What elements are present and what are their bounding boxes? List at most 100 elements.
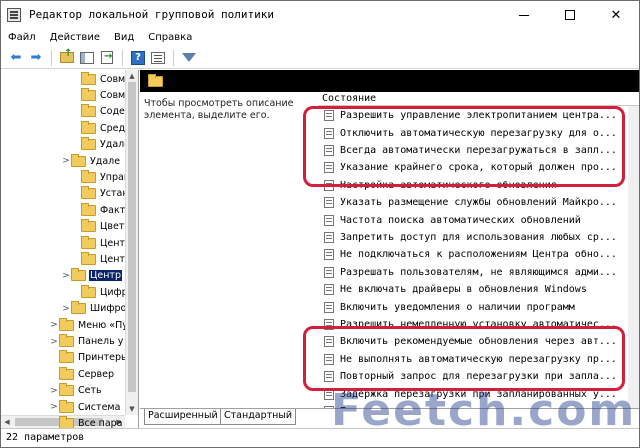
- policy-name: Не включать драйверы в обновления Window…: [340, 284, 587, 296]
- policy-setting-icon: [324, 301, 334, 313]
- expand-chevron-icon[interactable]: >: [61, 304, 71, 314]
- folder-icon: [81, 120, 96, 134]
- policy-row[interactable]: Указание крайнего срока, который должен …: [318, 159, 618, 176]
- tree-item[interactable]: Все пара: [1, 415, 125, 428]
- tree-item[interactable]: > Удале: [1, 153, 125, 169]
- tree-item-label: Устан: [100, 188, 125, 200]
- policy-name: Не подключаться к расположениям Центра о…: [340, 249, 617, 261]
- tree-item-label: Шифро: [90, 303, 125, 315]
- policy-row[interactable]: Разрешить немедленную установку автомати…: [318, 316, 618, 333]
- policy-row[interactable]: Не выполнять автоматическую перезагрузку…: [318, 351, 618, 368]
- folder-icon: [71, 153, 86, 167]
- policy-name: Всегда автоматически перезагружаться в з…: [340, 144, 617, 156]
- policy-row[interactable]: Включить рекомендуемые обновления через …: [318, 333, 618, 350]
- tree-item[interactable]: Среда: [1, 120, 125, 136]
- list-vertical-scrollbar[interactable]: [628, 106, 639, 408]
- maximize-button[interactable]: [547, 1, 593, 29]
- tree-item[interactable]: Удале: [1, 137, 125, 153]
- folder-icon: [59, 366, 74, 380]
- tab-standard[interactable]: Стандартный: [220, 409, 297, 425]
- toolbar-separator: [122, 49, 123, 66]
- close-button[interactable]: ✕: [593, 1, 639, 29]
- help-button[interactable]: ?: [129, 49, 147, 67]
- tree-item[interactable]: Совме: [1, 71, 125, 87]
- policy-row[interactable]: Отключить автоматическую перезагрузку дл…: [318, 124, 618, 141]
- policy-row[interactable]: Частота поиска автоматических обновлений: [318, 211, 618, 228]
- policy-setting-icon: [324, 371, 334, 383]
- tree-item[interactable]: Совме: [1, 87, 125, 103]
- folder-icon: [81, 104, 96, 118]
- app-icon: [7, 8, 21, 22]
- policy-row[interactable]: Всегда автоматически перезагружаться в з…: [318, 142, 618, 159]
- forward-button[interactable]: ➡: [27, 49, 45, 67]
- expand-chevron-icon[interactable]: >: [49, 320, 59, 330]
- tree-item[interactable]: > Центр: [1, 268, 125, 284]
- policy-row[interactable]: Настройка автоматического обновления: [318, 177, 618, 194]
- tree-item[interactable]: Цвето: [1, 219, 125, 235]
- policy-row[interactable]: Разрешить управление электропитанием цен…: [318, 107, 618, 124]
- back-button[interactable]: ⬅: [7, 49, 25, 67]
- tree-scroll-thumb[interactable]: [128, 82, 136, 392]
- policy-list[interactable]: Состояние Разрешить управление электропи…: [318, 92, 639, 408]
- policy-row[interactable]: Не включать драйверы в обновления Window…: [318, 281, 618, 298]
- tree-item[interactable]: Содер: [1, 104, 125, 120]
- tree-item[interactable]: > Сеть: [1, 383, 125, 399]
- policy-row[interactable]: Указать размещение службы обновлений Май…: [318, 194, 618, 211]
- tree-item-label: Управ: [100, 172, 125, 184]
- gpedit-window: Редактор локальной групповой политики ✕ …: [0, 0, 640, 448]
- title-bar[interactable]: Редактор локальной групповой политики ✕: [1, 1, 639, 29]
- menu-help[interactable]: Справка: [141, 32, 199, 43]
- details-header-bar: [318, 70, 639, 92]
- column-header-state[interactable]: Состояние: [318, 92, 639, 106]
- expand-chevron-icon[interactable]: >: [61, 156, 71, 166]
- policy-row[interactable]: Не подключаться к расположениям Центра о…: [318, 246, 618, 263]
- tree-vertical-scrollbar[interactable]: ▲ ▼: [125, 70, 138, 415]
- tree-item[interactable]: Сервер: [1, 366, 125, 382]
- policy-setting-icon: [324, 162, 334, 174]
- tree-item[interactable]: > Панель у: [1, 333, 125, 349]
- menu-file[interactable]: Файл: [1, 32, 43, 43]
- tree-item[interactable]: > Шифро: [1, 301, 125, 317]
- tree-item[interactable]: Управ: [1, 169, 125, 185]
- folder-icon: [81, 71, 96, 85]
- tree-item[interactable]: Центр: [1, 251, 125, 267]
- expand-chevron-icon[interactable]: >: [49, 402, 59, 412]
- tree-item[interactable]: Центр: [1, 235, 125, 251]
- policy-row[interactable]: Разрешать пользователям, не являющимся а…: [318, 264, 618, 281]
- properties-button[interactable]: [149, 49, 167, 67]
- policy-row[interactable]: Запретить доступ для использования любых…: [318, 229, 618, 246]
- policy-setting-icon: [324, 179, 334, 191]
- up-one-level-button[interactable]: [58, 48, 76, 67]
- tab-extended[interactable]: Расширенный: [144, 409, 222, 425]
- tree-item-label: Центр: [89, 270, 122, 282]
- maximize-icon: [565, 10, 575, 20]
- folder-icon: [81, 170, 96, 184]
- policy-name: Включить уведомления о наличии программ: [340, 301, 575, 313]
- filter-button[interactable]: [180, 49, 198, 67]
- policy-row[interactable]: Повторный запрос для перезагрузки при за…: [318, 368, 618, 385]
- minimize-button[interactable]: [501, 1, 547, 29]
- expand-chevron-icon[interactable]: >: [61, 271, 71, 281]
- tree-item[interactable]: > Система: [1, 399, 125, 415]
- expand-chevron-icon[interactable]: >: [49, 386, 59, 396]
- scroll-up-icon[interactable]: ▲: [126, 70, 138, 82]
- navigation-tree[interactable]: ▲ ▼ ◀ ▶ СовмеСовмеСодерСредаУдале>УдалеУ…: [1, 70, 139, 428]
- folder-icon: [81, 137, 96, 151]
- tree-item[interactable]: Принтеры: [1, 350, 125, 366]
- menu-action[interactable]: Действие: [43, 32, 107, 43]
- policy-row[interactable]: Включить уведомления о наличии программ: [318, 298, 618, 315]
- policy-name: Разрешить управление электропитанием цен…: [340, 110, 617, 122]
- tree-item[interactable]: Цифро: [1, 284, 125, 300]
- export-list-button[interactable]: [98, 49, 116, 67]
- policy-setting-icon: [324, 336, 334, 348]
- show-tree-icon: [80, 51, 94, 64]
- window-title: Редактор локальной групповой политики: [29, 8, 275, 21]
- show-hide-tree-button[interactable]: [78, 49, 96, 67]
- folder-icon: [81, 252, 96, 266]
- tree-item[interactable]: Устан: [1, 186, 125, 202]
- tree-item[interactable]: > Меню «Пу: [1, 317, 125, 333]
- expand-chevron-icon[interactable]: >: [49, 337, 59, 347]
- menu-view[interactable]: Вид: [107, 32, 141, 43]
- scroll-down-icon[interactable]: ▼: [126, 403, 138, 415]
- tree-item[interactable]: Факто: [1, 202, 125, 218]
